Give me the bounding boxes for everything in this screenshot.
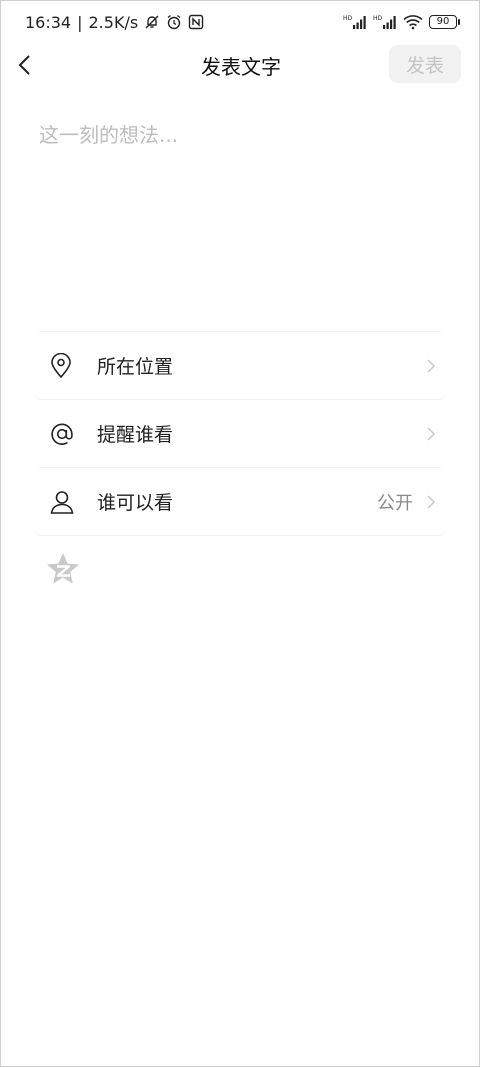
location-label: 所在位置 xyxy=(97,356,174,378)
svg-text:HD: HD xyxy=(373,15,383,22)
thought-input[interactable] xyxy=(39,119,441,319)
qzone-star-icon[interactable] xyxy=(45,551,81,587)
status-net-speed: 2.5K/s xyxy=(88,12,139,32)
chevron-right-icon xyxy=(421,426,441,442)
status-left: 16:34 | 2.5K/s xyxy=(25,13,204,32)
options-list: 所在位置 提醒谁看 谁可以看 公开 xyxy=(39,331,441,536)
moments-compose-screen: 16:34 | 2.5K/s HD HD 90 发表文字 发表 这一刻的想法..… xyxy=(0,0,480,1067)
chevron-right-icon xyxy=(421,358,441,374)
location-row[interactable]: 所在位置 xyxy=(39,332,441,400)
at-sign-icon xyxy=(39,421,89,447)
visibility-row[interactable]: 谁可以看 公开 xyxy=(39,468,441,536)
signal-hd-icon: HD xyxy=(343,14,367,30)
status-bar: 16:34 | 2.5K/s HD HD 90 xyxy=(1,1,480,43)
chevron-right-icon xyxy=(421,494,441,510)
mention-row[interactable]: 提醒谁看 xyxy=(39,400,441,468)
svg-text:HD: HD xyxy=(343,15,353,22)
header: 发表文字 发表 xyxy=(1,43,480,87)
publish-button[interactable]: 发表 xyxy=(389,45,461,83)
battery-icon: 90 xyxy=(429,15,460,29)
visibility-label: 谁可以看 xyxy=(97,492,174,514)
wifi-icon xyxy=(403,14,423,30)
location-pin-icon xyxy=(39,352,89,379)
status-time: 16:34 xyxy=(25,12,72,32)
status-right: HD HD 90 xyxy=(343,14,460,30)
status-separator: | xyxy=(77,12,83,32)
mention-label: 提醒谁看 xyxy=(97,424,174,446)
alarm-clock-icon xyxy=(166,14,182,30)
nfc-icon xyxy=(188,14,204,30)
bell-muted-icon xyxy=(144,14,160,30)
signal-hd-icon-2: HD xyxy=(373,14,397,30)
person-icon xyxy=(39,489,89,515)
visibility-value: 公开 xyxy=(377,492,413,514)
